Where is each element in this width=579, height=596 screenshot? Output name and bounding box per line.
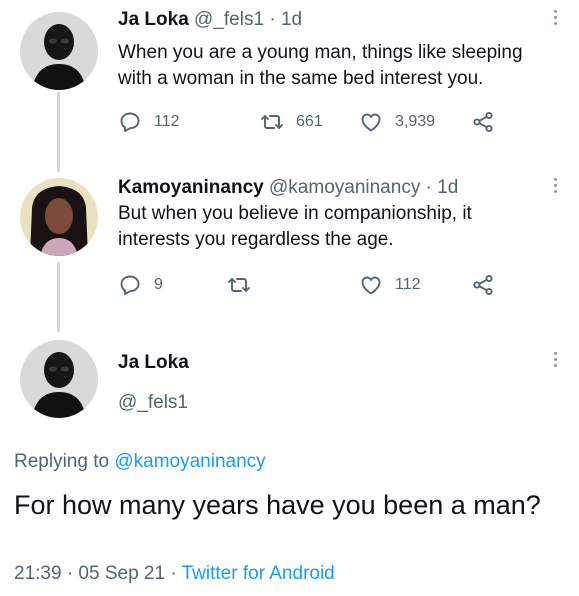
display-name[interactable]: Ja Loka — [118, 352, 189, 374]
more-vertical-icon[interactable] — [553, 352, 559, 370]
timestamp[interactable]: 21:39 · 05 Sep 21 — [14, 563, 165, 584]
separator: · — [170, 563, 177, 584]
user-handle[interactable]: @_fels1 — [118, 392, 188, 414]
tweet-meta: 21:39 · 05 Sep 21 · Twitter for Android — [14, 563, 335, 585]
client-source-link[interactable]: Twitter for Android — [182, 563, 335, 584]
avatar[interactable] — [20, 340, 98, 418]
tweet-text: For how many years have you been a man? — [14, 490, 541, 520]
replying-to: Replying to @kamoyaninancy — [14, 451, 266, 473]
focal-tweet: Ja Loka @_fels1 Replying to @kamoyaninan… — [0, 0, 579, 596]
replying-to-label: Replying to — [14, 451, 110, 472]
mention-link[interactable]: @kamoyaninancy — [114, 451, 265, 472]
